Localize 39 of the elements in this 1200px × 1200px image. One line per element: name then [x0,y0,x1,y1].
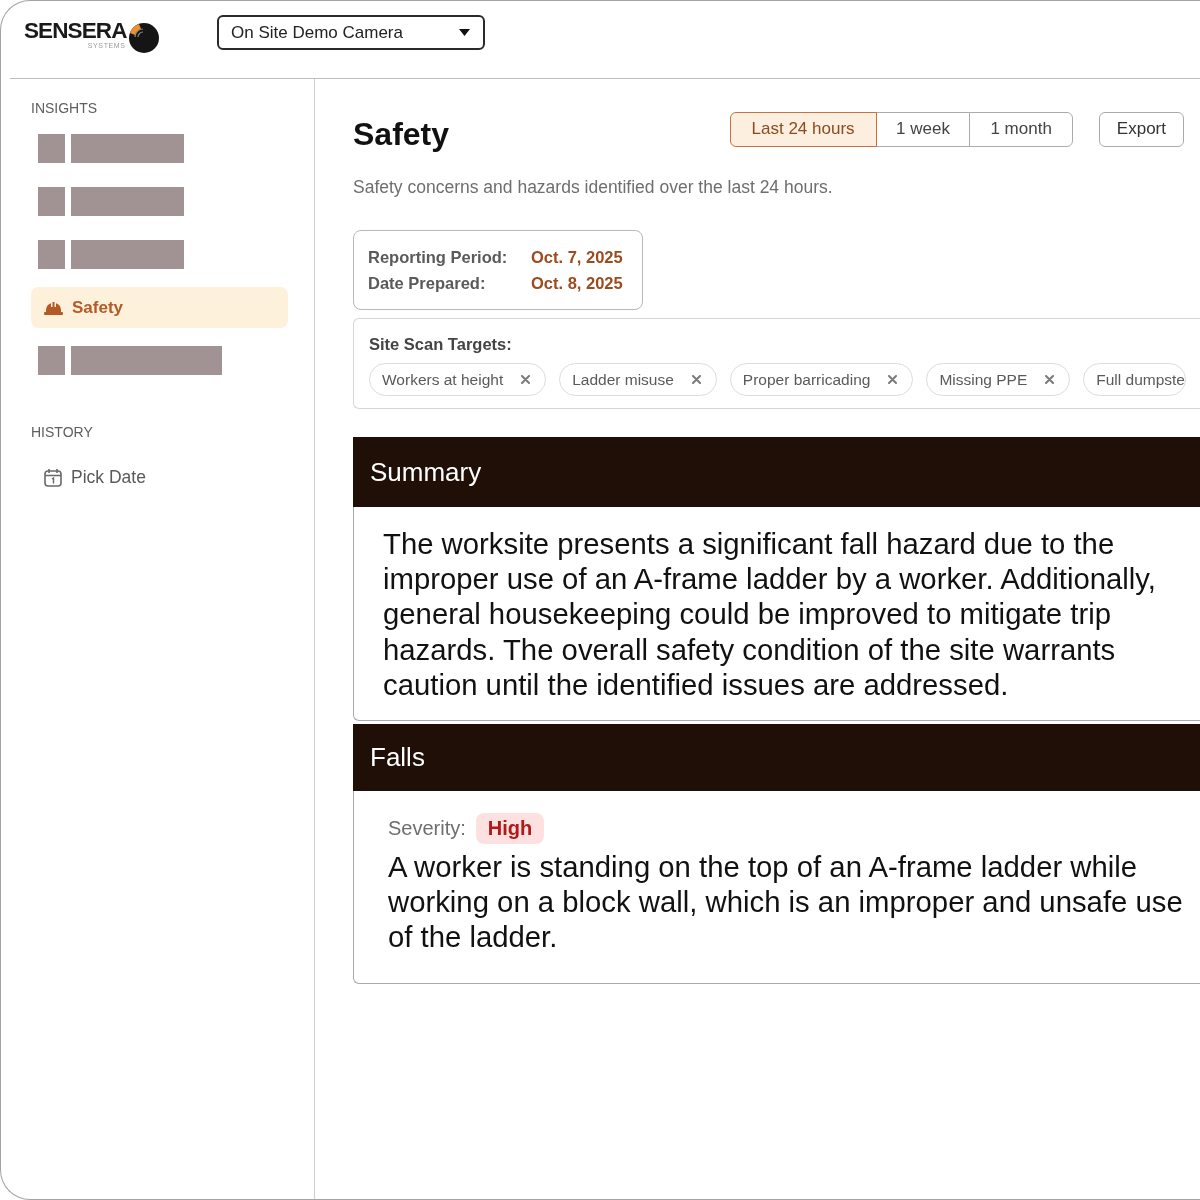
nav-item[interactable]: Safety [31,287,288,328]
page-title: Safety [353,115,451,154]
finding-text: A worker is standing on the top of an A-frame ladder while working on a block wall, which is an improper and unsafe use of the ladder. [388,849,1184,955]
redaction-square [38,134,65,163]
chip-label: Workers at height [382,370,504,389]
chip-label: Proper barricading [742,370,871,389]
time-range-tab[interactable]: 1 month [969,111,1073,147]
info-value: Oct. 7, 2025 [531,247,624,268]
nav-section-label: INSIGHTS [31,100,98,116]
section-header: Summary [353,437,1200,507]
info-value: Oct. 8, 2025 [531,273,624,294]
camera-dropdown[interactable]: On Site Demo Camera [217,15,485,50]
summary-text: The worksite presents a significant fall hazard due to the improper use of an A-frame ladder by a worker. Additionally, general housekeeping could be improved to mitigate trip hazards. The overall safety condition of the site warrants caution until the identified issues are addressed. [383,526,1157,702]
close-icon[interactable] [521,375,531,384]
close-icon[interactable] [691,375,701,384]
severity-badge: High [475,813,545,844]
severity-label: Severity: [388,817,466,840]
scan-targets-label: Site Scan Targets: [369,334,512,354]
chip-label: Missing PPE [939,370,1028,389]
redaction-square [38,187,65,216]
close-icon[interactable] [888,375,898,384]
redaction-square [38,346,65,375]
export-button[interactable]: Export [1098,111,1184,147]
redaction-square [38,240,65,269]
chip-label: Full dumpste [1096,370,1185,389]
calendar-icon [44,467,62,487]
caret-icon [459,29,470,36]
logo-wordmark: SENSERA [24,19,127,42]
close-icon[interactable] [1045,375,1055,384]
section-header: Falls [353,724,1200,791]
pick-date-button[interactable]: Pick Date [44,461,146,493]
time-range-tab[interactable]: 1 week [875,111,971,147]
page-subtitle: Safety concerns and hazards identified over the last 24 hours. [353,177,833,197]
time-range-tab[interactable]: Last 24 hours [729,111,877,147]
nav-section-label: HISTORY [31,424,93,440]
chip-label: Ladder misuse [572,370,674,389]
hard-hat-icon [44,300,63,315]
info-label: Date Prepared: [368,273,487,294]
info-label: Reporting Period: [368,247,509,268]
